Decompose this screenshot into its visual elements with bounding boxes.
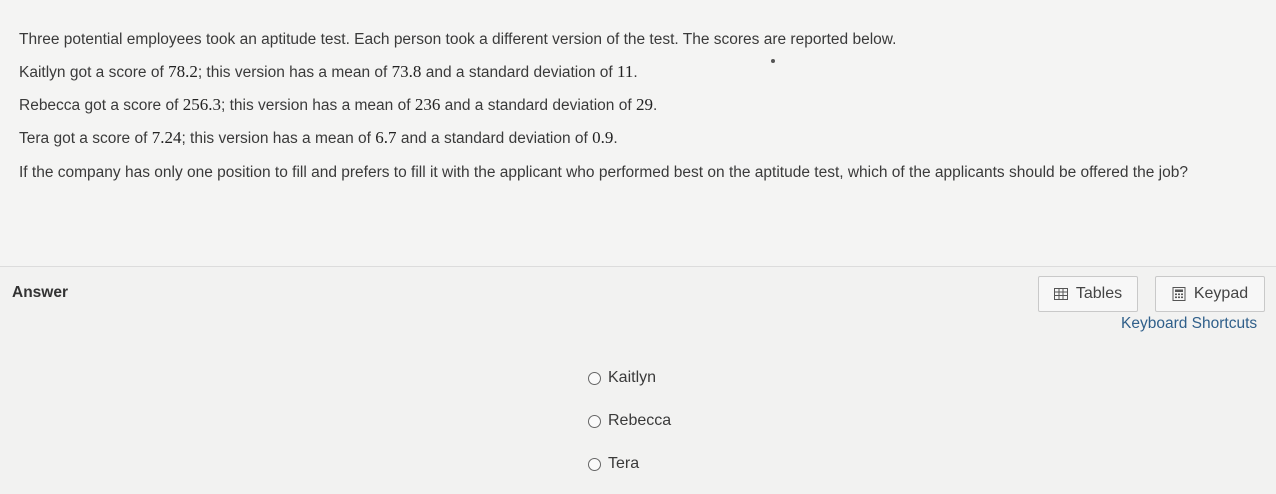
tables-button[interactable]: Tables: [1038, 276, 1138, 312]
radio-icon[interactable]: [588, 371, 601, 385]
option-label: Kaitlyn: [608, 369, 657, 386]
question-line-tera: Tera got a score of 7.24; this version h…: [19, 128, 618, 147]
calculator-icon: [1172, 287, 1186, 301]
radio-icon[interactable]: [588, 457, 601, 471]
option-label: Rebecca: [608, 412, 672, 429]
option-rebecca[interactable]: Rebecca: [588, 412, 671, 430]
answer-label: Answer: [12, 284, 68, 301]
question-intro: Three potential employees took an aptitu…: [19, 31, 897, 48]
question-line-rebecca: Rebecca got a score of 256.3; this versi…: [19, 95, 658, 114]
question-line-kaitlyn: Kaitlyn got a score of 78.2; this versio…: [19, 62, 638, 81]
keypad-button-label: Keypad: [1193, 285, 1249, 302]
stray-dot: [771, 59, 775, 63]
option-tera[interactable]: Tera: [588, 455, 639, 473]
table-grid-icon: [1053, 288, 1068, 300]
question-panel: Three potential employees took an aptitu…: [0, 0, 1276, 267]
question-prompt: If the company has only one position to …: [19, 164, 1188, 181]
tables-button-label: Tables: [1075, 285, 1123, 302]
keypad-button[interactable]: Keypad: [1155, 276, 1265, 312]
radio-icon[interactable]: [588, 414, 601, 428]
keyboard-shortcuts-link[interactable]: Keyboard Shortcuts: [1121, 315, 1257, 333]
option-kaitlyn[interactable]: Kaitlyn: [588, 369, 656, 387]
option-label: Tera: [608, 455, 640, 472]
